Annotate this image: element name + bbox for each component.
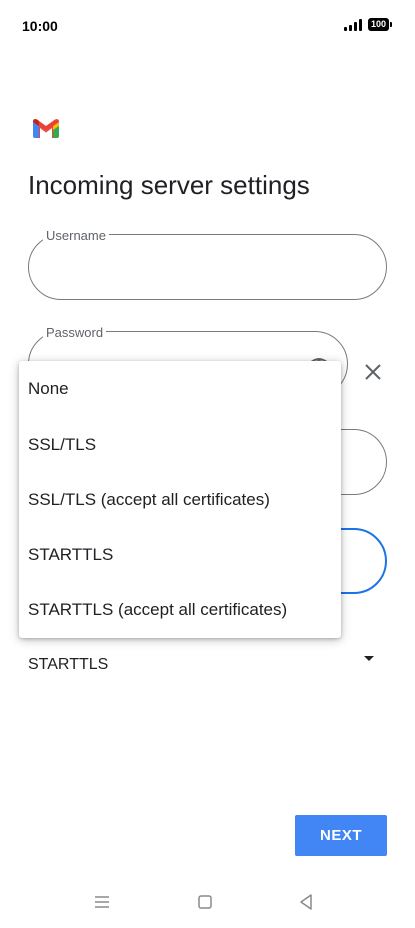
password-label: Password <box>43 325 107 340</box>
menu-option-starttls-accept-all[interactable]: STARTTLS (accept all certificates) <box>28 600 287 620</box>
back-nav-icon[interactable] <box>299 894 313 910</box>
signal-icon <box>343 18 362 31</box>
username-label: Username <box>43 228 109 243</box>
home-nav-icon[interactable] <box>198 895 212 909</box>
security-type-select[interactable]: STARTTLS <box>28 656 108 674</box>
dropdown-arrow-icon[interactable] <box>364 656 374 661</box>
gmail-logo <box>33 119 59 138</box>
status-icons: 100 <box>343 18 393 31</box>
menu-option-starttls[interactable]: STARTTLS <box>28 545 113 565</box>
menu-option-ssl-tls[interactable]: SSL/TLS <box>28 435 96 455</box>
page-title: Incoming server settings <box>28 170 310 200</box>
menu-option-none[interactable]: None <box>28 379 69 399</box>
security-dropdown-menu: None SSL/TLS SSL/TLS (accept all certifi… <box>19 361 341 638</box>
battery-icon: 100 <box>367 18 393 31</box>
close-icon[interactable] <box>362 361 384 383</box>
menu-option-ssl-tls-accept-all[interactable]: SSL/TLS (accept all certificates) <box>28 490 270 510</box>
next-button[interactable]: NEXT <box>295 815 387 856</box>
status-time: 10:00 <box>22 18 58 34</box>
menu-nav-icon[interactable] <box>94 895 110 909</box>
username-field[interactable] <box>28 234 387 300</box>
